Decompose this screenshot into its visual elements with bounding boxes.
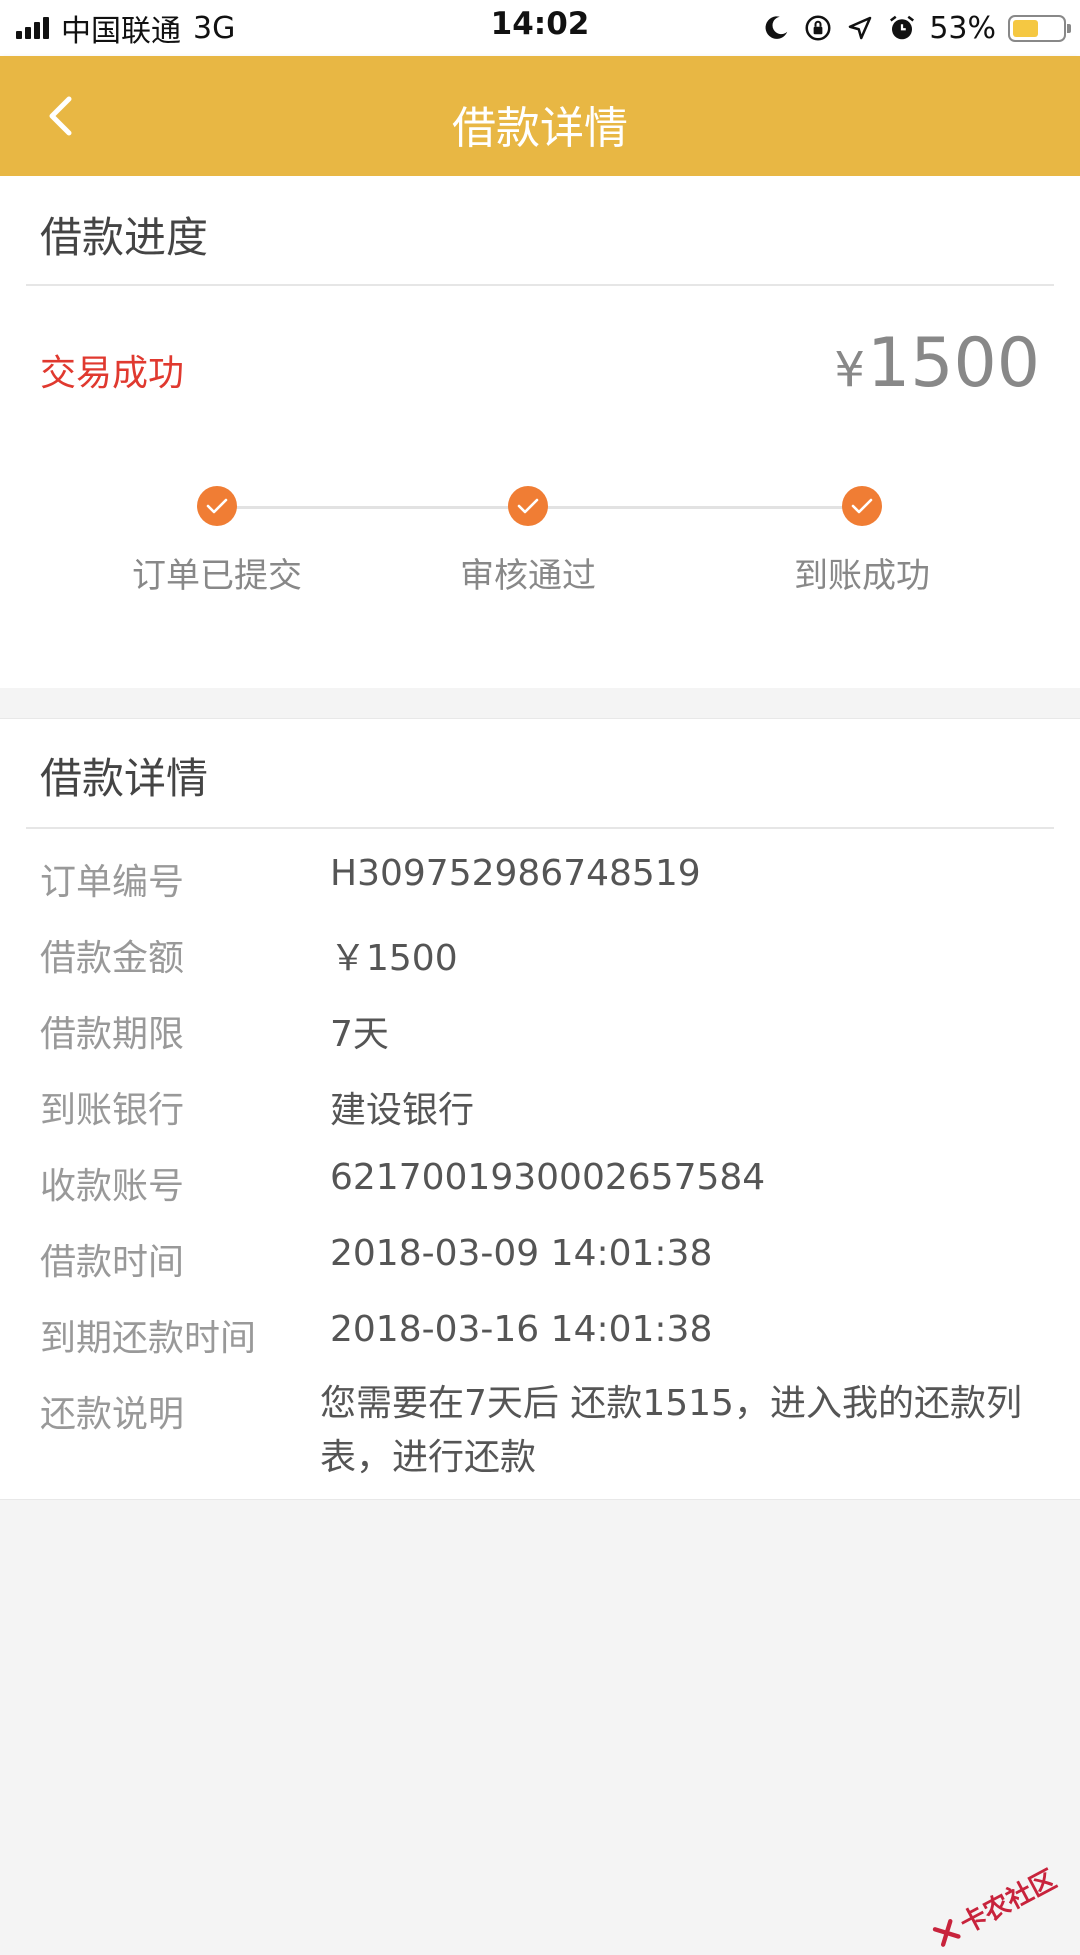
check-icon xyxy=(842,486,882,526)
loan-amount-display: ¥1500 xyxy=(834,324,1040,403)
status-bar: 中国联通 3G 14:02 53% xyxy=(0,0,1080,56)
battery-fill xyxy=(1013,19,1039,37)
detail-value: 2018-03-09 14:01:38 xyxy=(330,1233,713,1274)
divider xyxy=(26,284,1054,286)
watermark: 卡农社区 xyxy=(926,1859,1062,1955)
loan-progress-card: 借款进度 交易成功 ¥1500 订单已提交 审核通过 到账成功 xyxy=(0,176,1080,688)
detail-value: 建设银行 xyxy=(330,1090,475,1131)
detail-value: ￥1500 xyxy=(330,938,458,979)
loan-details-card: 借款详情 订单编号 H309752986748519 借款金额 ￥1500 借款… xyxy=(0,718,1080,1500)
loan-amount: 1500 xyxy=(866,324,1040,403)
battery-percentage: 53% xyxy=(929,10,996,46)
watermark-text: 卡农社区 xyxy=(955,1864,1062,1940)
divider xyxy=(26,827,1054,829)
do-not-disturb-icon xyxy=(765,16,788,39)
detail-value: H309752986748519 xyxy=(330,853,701,894)
detail-label: 借款时间 xyxy=(40,1242,185,1283)
step-review-passed: 审核通过 xyxy=(398,486,658,597)
detail-value: 6217001930002657584 xyxy=(330,1157,766,1198)
transaction-status: 交易成功 xyxy=(40,353,185,394)
step-label: 订单已提交 xyxy=(132,556,302,596)
check-icon xyxy=(197,486,237,526)
step-order-submitted: 订单已提交 xyxy=(87,486,347,597)
detail-label: 借款期限 xyxy=(40,1014,185,1055)
page-title: 借款详情 xyxy=(452,103,628,154)
details-section-title: 借款详情 xyxy=(40,754,209,803)
detail-value: 您需要在7天后 还款1515，进入我的还款列表，进行还款 xyxy=(320,1383,1022,1478)
detail-label: 订单编号 xyxy=(40,862,185,903)
battery-icon xyxy=(1008,14,1071,42)
status-bar-right: 53% xyxy=(761,8,1071,48)
step-funds-received: 到账成功 xyxy=(732,486,992,597)
detail-value: 2018-03-16 14:01:38 xyxy=(330,1309,713,1350)
progress-section-title: 借款进度 xyxy=(40,213,209,262)
currency-symbol: ¥ xyxy=(834,342,865,398)
detail-label: 到账银行 xyxy=(40,1090,185,1131)
alarm-icon xyxy=(890,15,915,40)
detail-label: 到期还款时间 xyxy=(40,1318,257,1359)
step-label: 审核通过 xyxy=(460,556,596,596)
detail-label: 还款说明 xyxy=(40,1394,185,1435)
check-icon xyxy=(508,486,548,526)
detail-label: 收款账号 xyxy=(40,1166,185,1207)
rotation-lock-icon xyxy=(805,15,831,41)
detail-label: 借款金额 xyxy=(40,938,185,979)
detail-value: 7天 xyxy=(330,1014,389,1055)
location-icon xyxy=(849,16,872,40)
step-label: 到账成功 xyxy=(794,556,930,596)
nav-header: 借款详情 xyxy=(0,56,1080,176)
progress-steps: 订单已提交 审核通过 到账成功 xyxy=(0,486,1080,626)
